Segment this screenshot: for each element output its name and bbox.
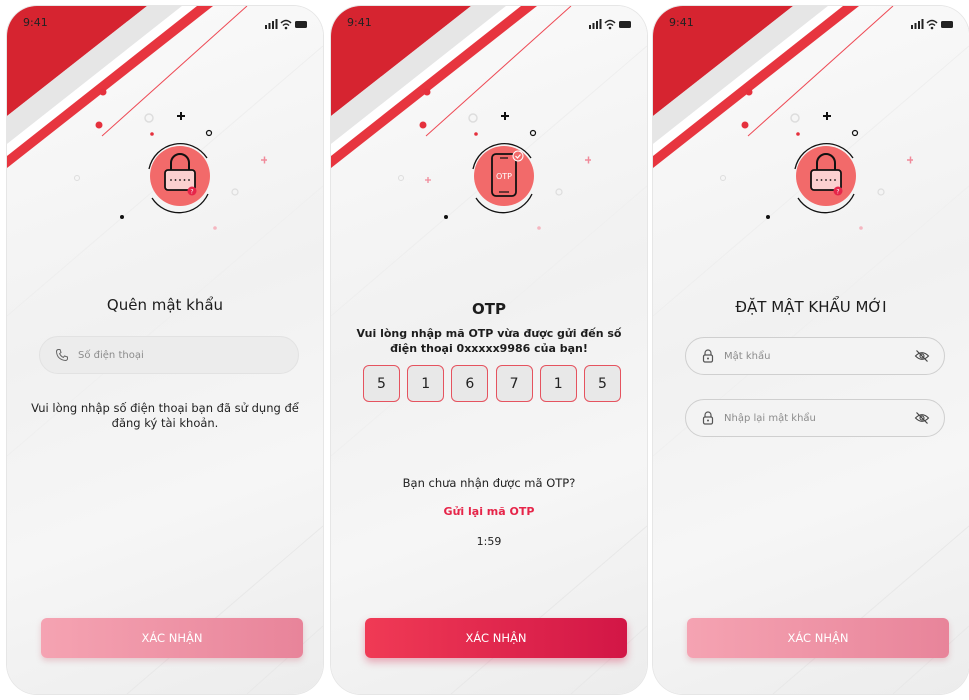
password-placeholder: Mật khẩu xyxy=(724,350,771,362)
otp-message: Vui lòng nhập mã OTP vừa được gửi đến số… xyxy=(356,327,622,355)
eye-off-icon[interactable] xyxy=(914,348,930,364)
lock-illustration: ? xyxy=(74,88,267,230)
confirm-button[interactable]: XÁC NHẬN xyxy=(687,618,949,658)
svg-text:?: ? xyxy=(190,189,193,196)
confirm-password-field[interactable]: Nhập lại mật khẩu xyxy=(685,399,945,437)
resend-question: Bạn chưa nhận được mã OTP? xyxy=(402,476,576,490)
lock-icon xyxy=(702,411,714,425)
confirm-password-placeholder: Nhập lại mật khẩu xyxy=(724,412,816,424)
confirm-button[interactable]: XÁC NHẬN xyxy=(41,618,303,658)
status-icons xyxy=(265,19,307,30)
forgot-password-screen: 9:41 ? Quên mật khẩu Số điện thoại Vui l… xyxy=(7,6,323,694)
confirm-button[interactable]: XÁC NHẬN xyxy=(365,618,627,658)
eye-off-icon[interactable] xyxy=(914,410,930,426)
lock-icon xyxy=(702,349,714,363)
new-password-screen: 9:41 ? ĐẶT MẬT KHẨU MỚI Mật khẩu Nhập lạ… xyxy=(653,6,969,694)
phone-icon xyxy=(55,349,68,362)
otp-input-row: 5 1 6 7 1 5 xyxy=(363,365,621,403)
status-icons xyxy=(589,19,631,30)
instruction-text: Vui lòng nhập số điện thoại bạn đã sử dụ… xyxy=(31,401,299,430)
password-field[interactable]: Mật khẩu xyxy=(685,337,945,375)
otp-digit-4[interactable]: 7 xyxy=(495,365,533,402)
otp-illustration-label: OTP xyxy=(496,172,512,181)
phone-field[interactable]: Số điện thoại xyxy=(39,336,299,374)
svg-text:?: ? xyxy=(836,189,839,196)
otp-digit-6[interactable]: 5 xyxy=(583,365,621,402)
phone-otp-illustration: OTP xyxy=(398,88,591,230)
otp-screen: 9:41 OTP OTP Vui lòng nhập mã OTP vừa đư… xyxy=(331,6,647,694)
countdown-timer: 1:59 xyxy=(476,535,502,548)
page-title: OTP xyxy=(472,300,506,318)
phone-placeholder: Số điện thoại xyxy=(78,349,144,361)
status-icons xyxy=(911,19,953,30)
status-time: 9:41 xyxy=(23,16,48,29)
page-title: ĐẶT MẬT KHẨU MỚI xyxy=(735,298,887,316)
page-title: Quên mật khẩu xyxy=(106,296,224,314)
resend-otp-link[interactable]: Gửi lại mã OTP xyxy=(331,505,647,518)
status-time: 9:41 xyxy=(669,16,694,29)
otp-digit-3[interactable]: 6 xyxy=(451,365,489,402)
otp-digit-5[interactable]: 1 xyxy=(539,365,577,402)
otp-digit-1[interactable]: 5 xyxy=(363,365,400,402)
otp-digit-2[interactable]: 1 xyxy=(407,365,445,402)
lock-illustration: ? xyxy=(720,88,913,230)
status-time: 9:41 xyxy=(347,16,372,29)
